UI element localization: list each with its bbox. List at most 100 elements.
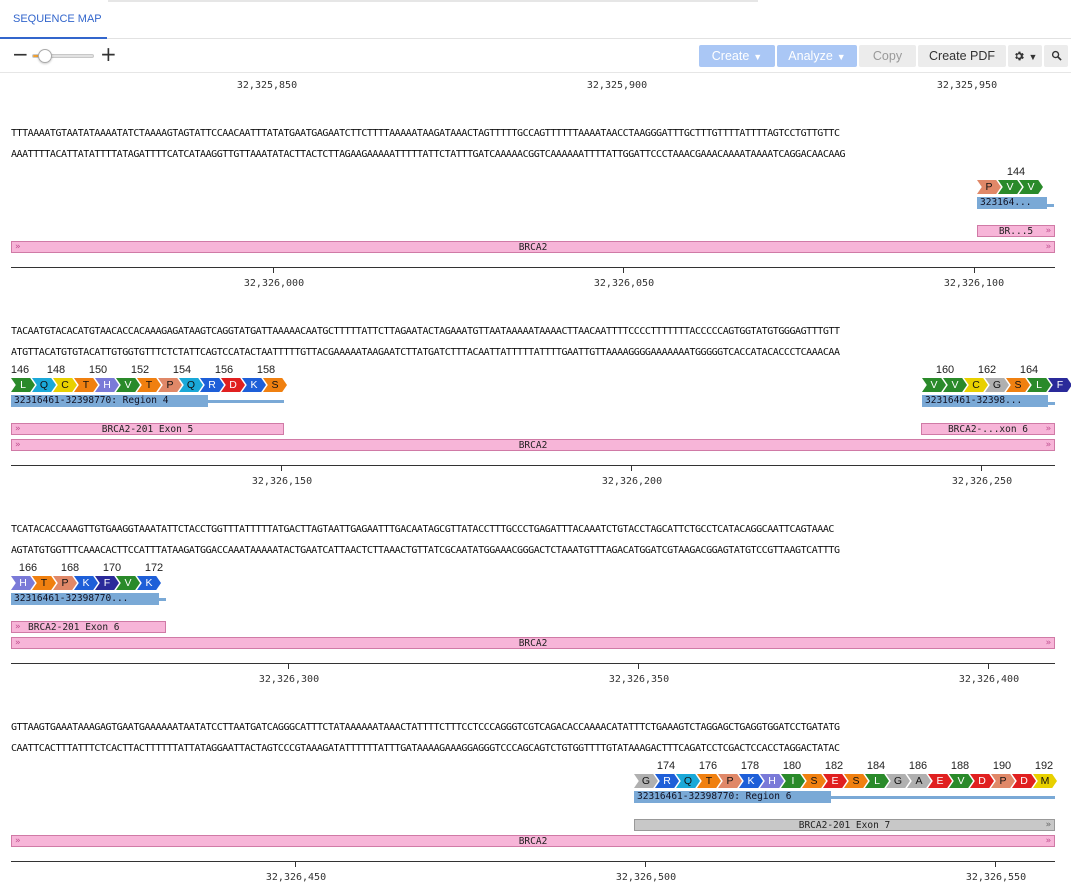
amino-acid-S[interactable]: S — [1006, 378, 1030, 392]
amino-acid-P[interactable]: P — [53, 576, 77, 590]
exon-annotation[interactable]: » BR...5 — [977, 225, 1055, 237]
direction-arrows: » — [15, 638, 21, 648]
direction-arrows: » — [15, 440, 21, 450]
amino-acid-A[interactable]: A — [907, 774, 931, 788]
zoom-in-button[interactable]: + — [100, 44, 117, 64]
reverse-strand[interactable]: AGTATGTGGTTTCAAACACTTCCATTTATAAGATGGACCA… — [11, 545, 840, 557]
ruler-label: 32,326,350 — [608, 674, 670, 685]
amino-acid-P[interactable]: P — [718, 774, 742, 788]
region-annotation[interactable]: 323164... — [977, 197, 1047, 209]
amino-acid-C[interactable]: C — [53, 378, 77, 392]
amino-acid-I[interactable]: I — [781, 774, 805, 788]
tab-bar: SEQUENCE MAP — [0, 0, 1071, 39]
amino-acid-Q[interactable]: Q — [179, 378, 203, 392]
amino-acid-D[interactable]: D — [1012, 774, 1036, 788]
forward-strand[interactable]: TCATACACCAAAGTTGTGAAGGTAAATATTCTACCTGGTT… — [11, 524, 834, 536]
region-annotation[interactable]: 32316461-32398770: Region 4 — [11, 395, 208, 407]
amino-acid-V[interactable]: V — [116, 576, 140, 590]
amino-acid-D[interactable]: D — [970, 774, 994, 788]
amino-acid-S[interactable]: S — [802, 774, 826, 788]
create-pdf-button[interactable]: Create PDF — [918, 45, 1006, 67]
search-button[interactable] — [1044, 45, 1068, 67]
create-dropdown-button[interactable]: Create ▼ — [699, 45, 775, 67]
amino-acid-V[interactable]: V — [943, 378, 967, 392]
exon-annotation[interactable]: » BRCA2-...xon 6 — [921, 423, 1055, 435]
analyze-dropdown-button[interactable]: Analyze ▼ — [777, 45, 857, 67]
amino-acid-number: 166 — [18, 562, 38, 574]
zoom-slider[interactable] — [32, 49, 94, 63]
forward-strand[interactable]: GTTAAGTGAAATAAAGAGTGAATGAAAAAATAATATCCTT… — [11, 722, 840, 734]
zoom-slider-handle[interactable] — [38, 49, 52, 63]
amino-acid-T[interactable]: T — [697, 774, 721, 788]
amino-acid-G[interactable]: G — [985, 378, 1009, 392]
gene-annotation[interactable]: » » BRCA2 — [11, 637, 1055, 649]
reverse-strand[interactable]: AAATTTTACATTATATTTTATAGATTTTCATCATAAGGTT… — [11, 149, 846, 161]
amino-acid-K[interactable]: K — [739, 774, 763, 788]
amino-acid-S[interactable]: S — [263, 378, 287, 392]
ruler-label: 32,326,000 — [243, 278, 305, 289]
amino-acid-P[interactable]: P — [158, 378, 182, 392]
amino-acid-number: 150 — [88, 364, 108, 376]
amino-acid-K[interactable]: K — [74, 576, 98, 590]
exon-label: BRCA2-201 Exon 7 — [798, 820, 891, 831]
amino-acid-G[interactable]: G — [634, 774, 658, 788]
exon-annotation-selected[interactable]: » BRCA2-201 Exon 7 — [634, 819, 1055, 831]
zoom-out-button[interactable]: − — [12, 44, 29, 64]
reverse-strand[interactable]: CAATTCACTTTATTTCTCACTTACTTTTTTATTATAGGAA… — [11, 743, 840, 755]
amino-acid-E[interactable]: E — [928, 774, 952, 788]
amino-acid-H[interactable]: H — [11, 576, 35, 590]
amino-acid-T[interactable]: T — [74, 378, 98, 392]
amino-acid-V[interactable]: V — [998, 180, 1022, 194]
amino-acid-F[interactable]: F — [95, 576, 119, 590]
forward-strand[interactable]: TTTAAAATGTAATATAAAATATCTAAAAGTAGTATTCCAA… — [11, 128, 840, 140]
amino-acid-number: 154 — [172, 364, 192, 376]
amino-acid-H[interactable]: H — [760, 774, 784, 788]
amino-acid-V[interactable]: V — [922, 378, 946, 392]
amino-acid-R[interactable]: R — [200, 378, 224, 392]
region-annotation[interactable]: 32316461-32398770... — [11, 593, 159, 605]
region-annotation[interactable]: 32316461-32398770: Region 6 — [634, 791, 831, 803]
amino-acid-number: 170 — [102, 562, 122, 574]
amino-acid-L[interactable]: L — [865, 774, 889, 788]
exon-label: BRCA2-201 Exon 5 — [101, 424, 194, 435]
amino-acid-T[interactable]: T — [137, 378, 161, 392]
amino-acid-K[interactable]: K — [242, 378, 266, 392]
reverse-strand[interactable]: ATGTTACATGTGTACATTGTGGTGTTTCTCTATTCAGTCC… — [11, 347, 840, 359]
amino-acid-H[interactable]: H — [95, 378, 119, 392]
gene-annotation[interactable]: » » BRCA2 — [11, 835, 1055, 847]
amino-acid-Q[interactable]: Q — [32, 378, 56, 392]
amino-acid-L[interactable]: L — [11, 378, 35, 392]
settings-dropdown-button[interactable]: ▼ — [1008, 45, 1042, 67]
amino-acid-P[interactable]: P — [991, 774, 1015, 788]
amino-acid-S[interactable]: S — [844, 774, 868, 788]
amino-acid-L[interactable]: L — [1027, 378, 1051, 392]
search-icon — [1051, 50, 1062, 61]
gene-annotation[interactable]: » » BRCA2 — [11, 241, 1055, 253]
amino-acid-T[interactable]: T — [32, 576, 56, 590]
amino-acid-M[interactable]: M — [1033, 774, 1057, 788]
exon-annotation[interactable]: » BRCA2-201 Exon 5 — [11, 423, 284, 435]
amino-acid-V[interactable]: V — [1019, 180, 1043, 194]
region-extension — [208, 400, 284, 403]
amino-acid-D[interactable]: D — [221, 378, 245, 392]
exon-annotation[interactable]: » BRCA2-201 Exon 6 — [11, 621, 166, 633]
tab-sequence-map[interactable]: SEQUENCE MAP — [0, 0, 107, 39]
region-annotation[interactable]: 32316461-32398... — [922, 395, 1048, 407]
amino-acid-V[interactable]: V — [949, 774, 973, 788]
position-axis — [11, 465, 1055, 466]
amino-acid-G[interactable]: G — [886, 774, 910, 788]
amino-acid-Q[interactable]: Q — [676, 774, 700, 788]
amino-acid-K[interactable]: K — [137, 576, 161, 590]
direction-arrows: » — [15, 242, 21, 252]
amino-acid-P[interactable]: P — [977, 180, 1001, 194]
copy-button[interactable]: Copy — [859, 45, 916, 67]
amino-acid-F[interactable]: F — [1048, 378, 1071, 392]
amino-acid-V[interactable]: V — [116, 378, 140, 392]
amino-acid-E[interactable]: E — [823, 774, 847, 788]
direction-arrows: » — [1045, 440, 1051, 450]
amino-acid-C[interactable]: C — [964, 378, 988, 392]
gene-annotation[interactable]: » » BRCA2 — [11, 439, 1055, 451]
forward-strand[interactable]: TACAATGTACACATGTAACACCACAAAGAGATAAGTCAGG… — [11, 326, 840, 338]
amino-acid-R[interactable]: R — [655, 774, 679, 788]
region-extension — [1047, 204, 1054, 207]
